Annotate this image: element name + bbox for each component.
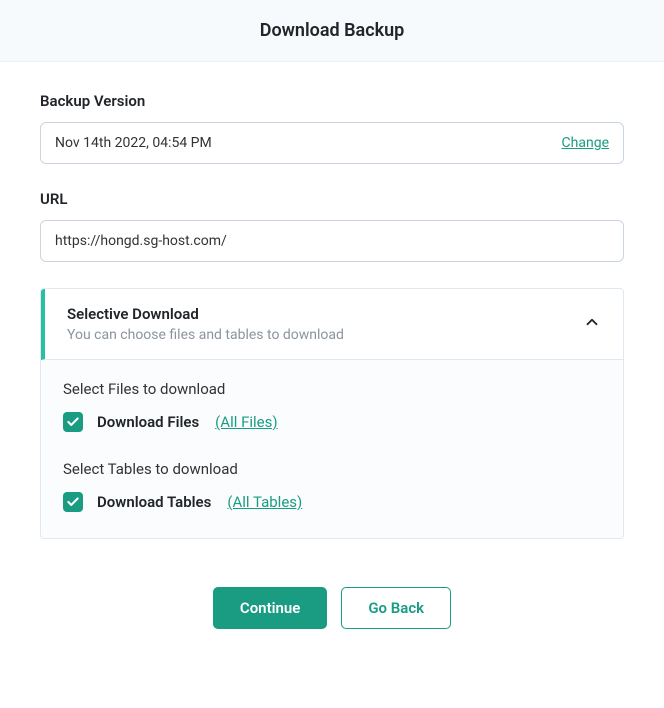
backup-version-group: Backup Version Nov 14th 2022, 04:54 PM C… [40, 92, 624, 164]
continue-button[interactable]: Continue [213, 587, 327, 629]
download-files-checkbox[interactable] [63, 412, 83, 432]
selective-download-header[interactable]: Selective Download You can choose files … [41, 289, 623, 360]
page-header: Download Backup [0, 0, 664, 62]
check-icon [66, 415, 80, 429]
chevron-up-icon [583, 313, 601, 335]
url-input[interactable] [40, 220, 624, 262]
selective-download-panel: Selective Download You can choose files … [40, 288, 624, 539]
url-label: URL [40, 190, 624, 208]
files-section: Select Files to download Download Files … [63, 380, 601, 432]
page-title: Download Backup [0, 20, 664, 41]
selective-download-body: Select Files to download Download Files … [41, 360, 623, 538]
download-tables-label: Download Tables [97, 493, 211, 511]
download-tables-checkbox[interactable] [63, 492, 83, 512]
footer-buttons: Continue Go Back [40, 587, 624, 629]
all-files-link[interactable]: (All Files) [215, 413, 277, 431]
files-checkbox-row: Download Files (All Files) [63, 412, 601, 432]
tables-section: Select Tables to download Download Table… [63, 460, 601, 512]
tables-section-label: Select Tables to download [63, 460, 601, 478]
tables-checkbox-row: Download Tables (All Tables) [63, 492, 601, 512]
selective-subtitle: You can choose files and tables to downl… [67, 327, 583, 343]
files-section-label: Select Files to download [63, 380, 601, 398]
change-link[interactable]: Change [562, 135, 609, 151]
content-area: Backup Version Nov 14th 2022, 04:54 PM C… [0, 62, 664, 649]
panel-header-text: Selective Download You can choose files … [67, 305, 583, 343]
url-group: URL [40, 190, 624, 262]
download-files-label: Download Files [97, 413, 199, 431]
selective-title: Selective Download [67, 305, 583, 323]
backup-version-label: Backup Version [40, 92, 624, 110]
backup-version-box: Nov 14th 2022, 04:54 PM Change [40, 122, 624, 164]
check-icon [66, 495, 80, 509]
backup-version-value: Nov 14th 2022, 04:54 PM [55, 135, 212, 151]
go-back-button[interactable]: Go Back [341, 587, 451, 629]
all-tables-link[interactable]: (All Tables) [227, 493, 302, 511]
